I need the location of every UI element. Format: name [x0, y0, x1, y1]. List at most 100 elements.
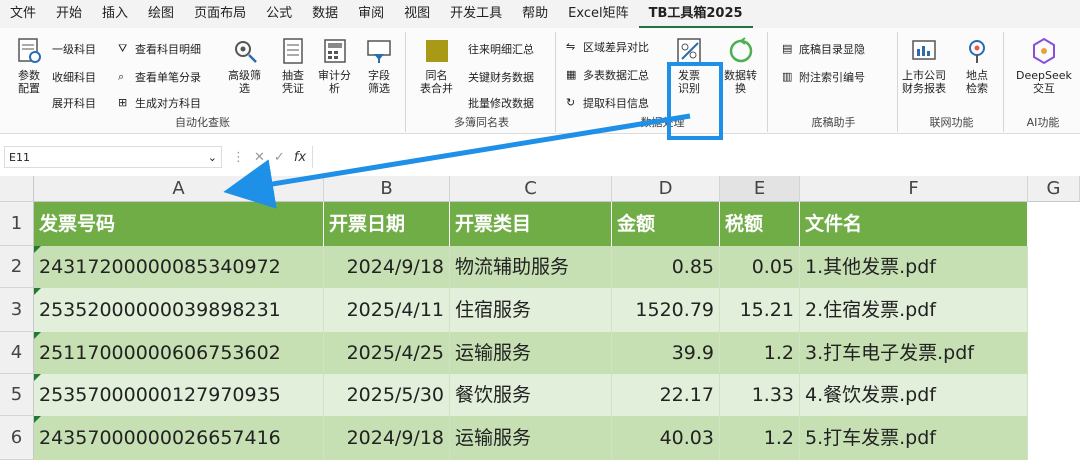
ar-summary-button[interactable]: 往来明细汇总 [468, 40, 534, 58]
note-index-button[interactable]: ▥ 附注索引编号 [782, 68, 865, 86]
listed-company-report-button[interactable]: 上市公司 财务报表 [902, 36, 946, 95]
params-config-button[interactable]: 参数 配置 [14, 36, 44, 95]
group-ai: DeepSeek 交互 AI功能 [1006, 32, 1080, 132]
menu-tab[interactable]: 绘图 [138, 0, 184, 28]
draft-dir-toggle-button[interactable]: ▤ 底稿目录显隐 [782, 40, 865, 58]
table-cell[interactable]: 1.2 [720, 416, 800, 460]
column-header[interactable]: A [34, 176, 324, 202]
menu-tab[interactable]: 公式 [256, 0, 302, 28]
table-cell[interactable]: 22.17 [612, 374, 720, 416]
group-label-web: 联网功能 [929, 116, 974, 129]
row-header[interactable]: 3 [0, 288, 34, 332]
table-cell[interactable]: 2025/5/30 [324, 374, 450, 416]
batch-modify-button[interactable]: 批量修改数据 [468, 94, 534, 112]
table-cell[interactable]: 运输服务 [450, 416, 612, 460]
menu-bar: 文件 开始 插入 绘图 页面布局 公式 数据 审阅 视图 开发工具 帮助 Excel矩阵 TB工具箱20… [0, 0, 1080, 28]
field-filter-button[interactable]: 字段 筛选 [364, 36, 394, 95]
menu-tab[interactable]: 文件 [0, 0, 46, 28]
menu-tab[interactable]: TB工具箱2025 [638, 0, 753, 28]
check-voucher-button[interactable]: 抽查 凭证 [278, 36, 308, 95]
name-box[interactable]: E11 ⌄ [4, 146, 222, 168]
table-cell[interactable]: 2025/4/11 [324, 288, 450, 332]
table-cell[interactable]: 0.85 [612, 246, 720, 288]
column-header[interactable]: D [612, 176, 720, 202]
table-header-cell[interactable]: 开票日期 [324, 202, 450, 246]
gen-opposite-subject-button[interactable]: ⊞ 生成对方科目 [118, 94, 201, 112]
table-cell[interactable]: 25117000000606753602 [34, 332, 324, 374]
menu-tab[interactable]: 帮助 [512, 0, 558, 28]
table-cell[interactable]: 25357000000127970935 [34, 374, 324, 416]
row-header[interactable]: 2 [0, 246, 34, 288]
table-cell[interactable]: 40.03 [612, 416, 720, 460]
table-cell[interactable]: 1520.79 [612, 288, 720, 332]
menu-tab[interactable]: Excel矩阵 [558, 0, 638, 28]
multi-table-summary-button[interactable]: ▦ 多表数据汇总 [566, 66, 649, 84]
table-cell[interactable]: 25352000000039898231 [34, 288, 324, 332]
same-name-merge-button[interactable]: 同名 表合并 [420, 36, 453, 95]
table-cell[interactable]: 24317200000085340972 [34, 246, 324, 288]
menu-tab[interactable]: 页面布局 [184, 0, 256, 28]
table-cell[interactable]: 餐饮服务 [450, 374, 612, 416]
formula-bar: E11 ⌄ ⋮ ✕ ✓ fx [0, 142, 1080, 172]
table-cell[interactable]: 15.21 [720, 288, 800, 332]
table-header-cell[interactable]: 开票类目 [450, 202, 612, 246]
table-cell[interactable]: 1.其他发票.pdf [800, 246, 1028, 288]
row-header[interactable]: 6 [0, 416, 34, 460]
column-header[interactable]: B [324, 176, 450, 202]
table-header-cell[interactable]: 文件名 [800, 202, 1028, 246]
menu-tab[interactable]: 插入 [92, 0, 138, 28]
advanced-filter-button[interactable]: 高级筛 选 [228, 36, 261, 95]
table-cell[interactable]: 2024/9/18 [324, 246, 450, 288]
level-end-subject-button[interactable]: 收细科目 [52, 68, 96, 86]
data-convert-button[interactable]: 数据转 换 [724, 36, 757, 95]
table-cell[interactable]: 39.9 [612, 332, 720, 374]
table-cell[interactable]: 3.打车电子发票.pdf [800, 332, 1028, 374]
merge-square-icon [425, 40, 448, 62]
column-header[interactable]: F [800, 176, 1028, 202]
audit-analysis-button[interactable]: 审计分 析 [318, 36, 351, 95]
menu-tab[interactable]: 开始 [46, 0, 92, 28]
expand-subject-button[interactable]: 展开科目 [52, 94, 96, 112]
table-cell[interactable]: 住宿服务 [450, 288, 612, 332]
menu-tab[interactable]: 数据 [302, 0, 348, 28]
row-header[interactable]: 1 [0, 202, 34, 246]
menu-tab[interactable]: 视图 [394, 0, 440, 28]
menu-tab[interactable]: 审阅 [348, 0, 394, 28]
level1-subject-button[interactable]: 一级科目 [52, 40, 96, 58]
view-subject-detail-button[interactable]: ⛛ 查看科目明细 [118, 40, 201, 58]
table-cell[interactable]: 2024/9/18 [324, 416, 450, 460]
table-header-cell[interactable]: 税额 [720, 202, 800, 246]
table-cell[interactable]: 1.33 [720, 374, 800, 416]
column-header[interactable]: E [720, 176, 800, 202]
table-header-cell[interactable]: 发票号码 [34, 202, 324, 246]
row-header[interactable]: 5 [0, 374, 34, 416]
table-cell[interactable]: 1.2 [720, 332, 800, 374]
table-cell[interactable]: 24357000000026657416 [34, 416, 324, 460]
formula-input[interactable] [312, 146, 1074, 168]
folder-icon: ▤ [782, 42, 793, 55]
fx-button[interactable]: fx [294, 150, 306, 165]
select-all-corner[interactable] [0, 176, 34, 202]
location-search-button[interactable]: 地点 检索 [962, 36, 992, 95]
table-cell[interactable]: 物流辅助服务 [450, 246, 612, 288]
column-header[interactable]: G [1028, 176, 1080, 202]
table-cell[interactable]: 0.05 [720, 246, 800, 288]
key-financial-data-button[interactable]: 关键财务数据 [468, 68, 534, 86]
region-diff-button[interactable]: ⇋ 区域差异对比 [566, 38, 649, 56]
table-cell[interactable]: 2.住宿发票.pdf [800, 288, 1028, 332]
row-header[interactable]: 4 [0, 332, 34, 374]
cancel-icon[interactable]: ✕ [254, 150, 265, 165]
menu-tab[interactable]: 开发工具 [440, 0, 512, 28]
table-cell[interactable]: 5.打车发票.pdf [800, 416, 1028, 460]
table-cell[interactable]: 运输服务 [450, 332, 612, 374]
group-label-data-process: 数据处理 [640, 116, 685, 129]
field-filter-icon [367, 40, 391, 63]
confirm-icon[interactable]: ✓ [274, 150, 285, 165]
view-single-entry-button[interactable]: ⌕ 查看单笔分录 [118, 68, 201, 86]
table-cell[interactable]: 2025/4/25 [324, 332, 450, 374]
deepseek-interact-button[interactable]: DeepSeek 交互 [1016, 36, 1072, 95]
extract-subject-button[interactable]: ↻ 提取科目信息 [566, 94, 649, 112]
column-header[interactable]: C [450, 176, 612, 202]
table-cell[interactable]: 4.餐饮发票.pdf [800, 374, 1028, 416]
table-header-cell[interactable]: 金额 [612, 202, 720, 246]
